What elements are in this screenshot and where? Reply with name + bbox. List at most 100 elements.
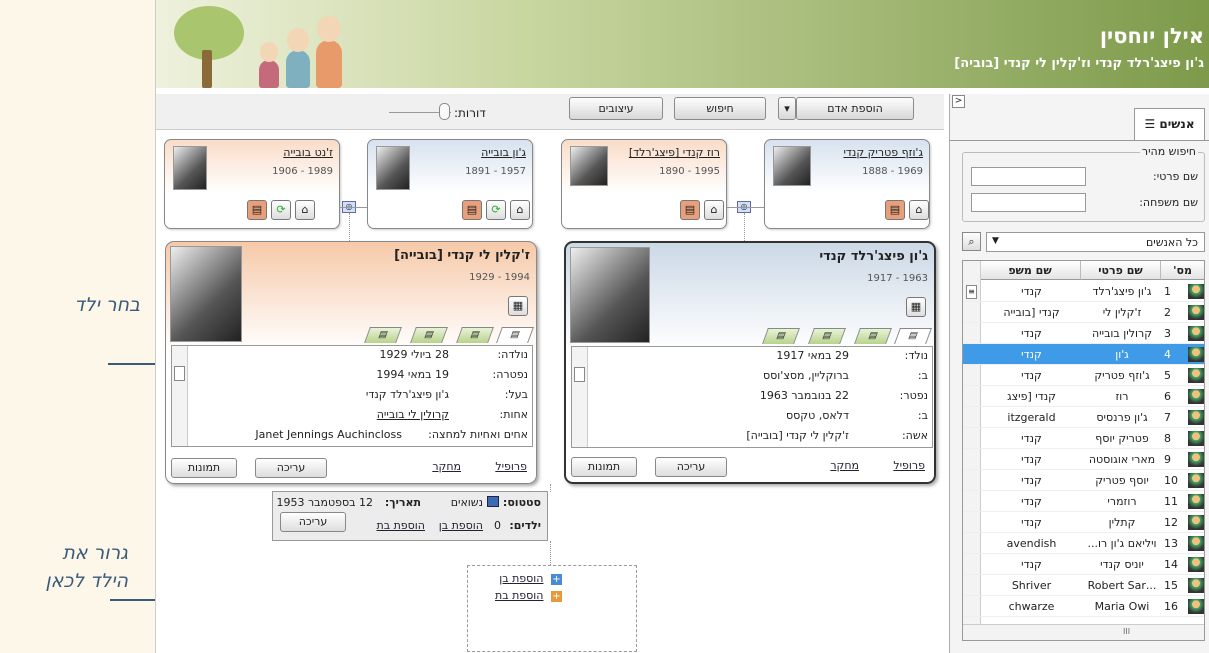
- table-row[interactable]: 10 יוסף פטריק קנדי: [963, 470, 1204, 491]
- profile-link[interactable]: פרופיל: [495, 460, 527, 473]
- wife-card[interactable]: ז'קלין לי קנדי [בובייה] 1929 - 1994 ▦ ▤ …: [165, 241, 537, 484]
- add-daughter-link[interactable]: הוספת בת: [376, 519, 425, 532]
- parent-name[interactable]: ג'ון בובייה: [481, 146, 526, 159]
- status-value: נשואים: [450, 496, 483, 509]
- column-header-first-name[interactable]: שם פרטי: [1080, 261, 1160, 280]
- parent-name[interactable]: ג'וזף פטריק קנדי: [843, 146, 923, 159]
- first-name-input[interactable]: [971, 167, 1086, 186]
- person-icon: [1188, 473, 1204, 488]
- column-header-last-name[interactable]: שם משפ: [979, 261, 1080, 280]
- tombstone-icon[interactable]: ⌂: [295, 200, 315, 220]
- family-figure-father-head: [317, 16, 341, 42]
- refresh-icon[interactable]: ⟳: [271, 200, 291, 220]
- table-cell-first-name: ויליאם ג'ון רו...: [1087, 537, 1157, 550]
- husband-footer: פרופיל מחקר עריכה תמונות: [571, 457, 929, 477]
- table-row[interactable]: 13 ויליאם ג'ון רו... avendish: [963, 533, 1204, 554]
- table-row[interactable]: 9 מארי אוגוסטה קנדי: [963, 449, 1204, 470]
- parent-box-john-bouvier[interactable]: ג'ון בובייה 1891 - 1957 ▤ ⟳ ⌂: [367, 139, 533, 229]
- filter-select[interactable]: כל האנשים ▼: [986, 232, 1205, 252]
- table-cell-last-name: קנדי: [1021, 495, 1042, 508]
- husband-card[interactable]: ג'ון פיצג'רלד קנדי 1917 - 1963 ▦ ▤ ▤ ▤ ▤…: [564, 241, 936, 484]
- tab-places[interactable]: ▤: [808, 328, 846, 344]
- designs-button[interactable]: עיצובים: [569, 97, 663, 120]
- parent-box-janet[interactable]: ז'נט בובייה 1906 - 1989 ▤ ⟳ ⌂: [164, 139, 340, 229]
- table-row[interactable]: 14 יוניס קנדי קנדי: [963, 554, 1204, 575]
- generations-slider-thumb[interactable]: [439, 103, 450, 120]
- parent-box-rose[interactable]: רוז קנדי [פיצג'רלד] 1890 - 1995 ▤ ⌂: [561, 139, 727, 229]
- annotation-choose-child: בחר ילד: [74, 294, 140, 316]
- filter-row: ⌕ כל האנשים ▼: [962, 232, 1205, 252]
- tab-events[interactable]: ▤: [762, 328, 800, 344]
- add-person-button[interactable]: הוספת אדם: [796, 97, 914, 120]
- tab-places[interactable]: ▤: [410, 327, 448, 343]
- notes-icon[interactable]: ▤: [462, 200, 482, 220]
- quick-search-group: חיפוש מהיר שם פרטי: שם משפחה:: [962, 145, 1205, 222]
- parent-name[interactable]: ז'נט בובייה: [283, 146, 333, 159]
- view-chart-icon[interactable]: ▦: [906, 297, 926, 317]
- photos-button[interactable]: תמונות: [571, 457, 637, 477]
- search-button[interactable]: חיפוש: [674, 97, 766, 120]
- last-name-input[interactable]: [971, 193, 1086, 212]
- tab-people[interactable]: אנשים ☰: [1134, 108, 1205, 140]
- table-row[interactable]: 5 ג'וזף פטריק קנדי: [963, 365, 1204, 386]
- table-cell-first-name: קתלין: [1108, 516, 1136, 529]
- last-name-label: שם משפחה:: [1139, 196, 1198, 209]
- column-header-number[interactable]: מס': [1160, 261, 1204, 280]
- family-info-box: סטטוס: נשואים תאריך: 12 בספטמבר 1953 ילד…: [272, 491, 548, 541]
- person-icon: [1188, 578, 1204, 593]
- person-icon: [1188, 305, 1204, 320]
- tombstone-icon[interactable]: ⌂: [909, 200, 929, 220]
- parent-name[interactable]: רוז קנדי [פיצג'רלד]: [629, 146, 720, 159]
- edit-button[interactable]: עריכה: [655, 457, 727, 477]
- table-row[interactable]: 1 ג'ון פיצג'רלד קנדי: [963, 281, 1204, 302]
- photos-button[interactable]: תמונות: [171, 458, 237, 478]
- profile-link[interactable]: פרופיל: [893, 459, 925, 472]
- refresh-icon[interactable]: ⟳: [486, 200, 506, 220]
- tab-info[interactable]: ▤: [496, 327, 534, 343]
- search-icon[interactable]: ⌕: [962, 232, 981, 251]
- table-cell-number: 14: [1164, 558, 1178, 571]
- table-cell-last-name: קנדי: [1021, 369, 1042, 382]
- edit-button[interactable]: עריכה: [255, 458, 327, 478]
- table-row[interactable]: 15 ...Robert Sar Shriver: [963, 575, 1204, 596]
- table-cell-last-name: קנדי [בובייה: [1003, 306, 1060, 319]
- add-son-link[interactable]: הוספת בן: [499, 572, 543, 585]
- tab-family[interactable]: ▤: [854, 328, 892, 344]
- view-chart-icon[interactable]: ▦: [508, 296, 528, 316]
- chevron-down-icon: ▼: [992, 236, 999, 246]
- parent-box-joseph[interactable]: ג'וזף פטריק קנדי 1888 - 1969 ▤ ⌂: [764, 139, 930, 229]
- add-son-row[interactable]: הוספת בן +: [499, 572, 562, 585]
- tab-events[interactable]: ▤: [364, 327, 402, 343]
- table-cell-last-name: קנדי: [1021, 453, 1042, 466]
- parent-photo: [173, 146, 207, 190]
- research-link[interactable]: מחקר: [432, 460, 461, 473]
- table-row[interactable]: 8 פטריק יוסף קנדי: [963, 428, 1204, 449]
- add-person-dropdown-button[interactable]: ▾: [778, 97, 796, 120]
- table-row[interactable]: 4 ג'ון קנדי: [963, 344, 1204, 365]
- notes-icon[interactable]: ▤: [247, 200, 267, 220]
- collapse-panel-button[interactable]: >: [952, 95, 965, 108]
- child-drop-box[interactable]: הוספת בן + הוספת בת +: [467, 565, 637, 652]
- table-hscrollbar[interactable]: III: [963, 624, 1204, 640]
- add-daughter-link[interactable]: הוספת בת: [495, 589, 544, 602]
- tombstone-icon[interactable]: ⌂: [510, 200, 530, 220]
- table-row[interactable]: 11 רוזמרי קנדי: [963, 491, 1204, 512]
- tab-info[interactable]: ▤: [894, 328, 932, 344]
- detail-row: נפטר: 22 בנובמבר 1963: [759, 389, 928, 402]
- table-row[interactable]: 12 קתלין קנדי: [963, 512, 1204, 533]
- add-daughter-row[interactable]: הוספת בת +: [495, 589, 562, 602]
- notes-icon[interactable]: ▤: [885, 200, 905, 220]
- table-cell-last-name: קנדי: [1021, 348, 1042, 361]
- notes-icon[interactable]: ▤: [680, 200, 700, 220]
- tombstone-icon[interactable]: ⌂: [704, 200, 724, 220]
- tab-family[interactable]: ▤: [456, 327, 494, 343]
- research-link[interactable]: מחקר: [830, 459, 859, 472]
- table-row[interactable]: 2 ז'קלין לי קנדי [בובייה: [963, 302, 1204, 323]
- table-row[interactable]: 3 קרולין בובייה קנדי: [963, 323, 1204, 344]
- family-edit-button[interactable]: עריכה: [280, 512, 346, 532]
- table-row[interactable]: 16 Maria Owi chwarze: [963, 596, 1204, 617]
- table-row[interactable]: 6 רוז קנדי [פיצג: [963, 386, 1204, 407]
- table-row[interactable]: 7 ג'ון פרנסיס itzgerald: [963, 407, 1204, 428]
- table-cell-number: 16: [1164, 600, 1178, 613]
- add-son-link[interactable]: הוספת בן: [439, 519, 483, 532]
